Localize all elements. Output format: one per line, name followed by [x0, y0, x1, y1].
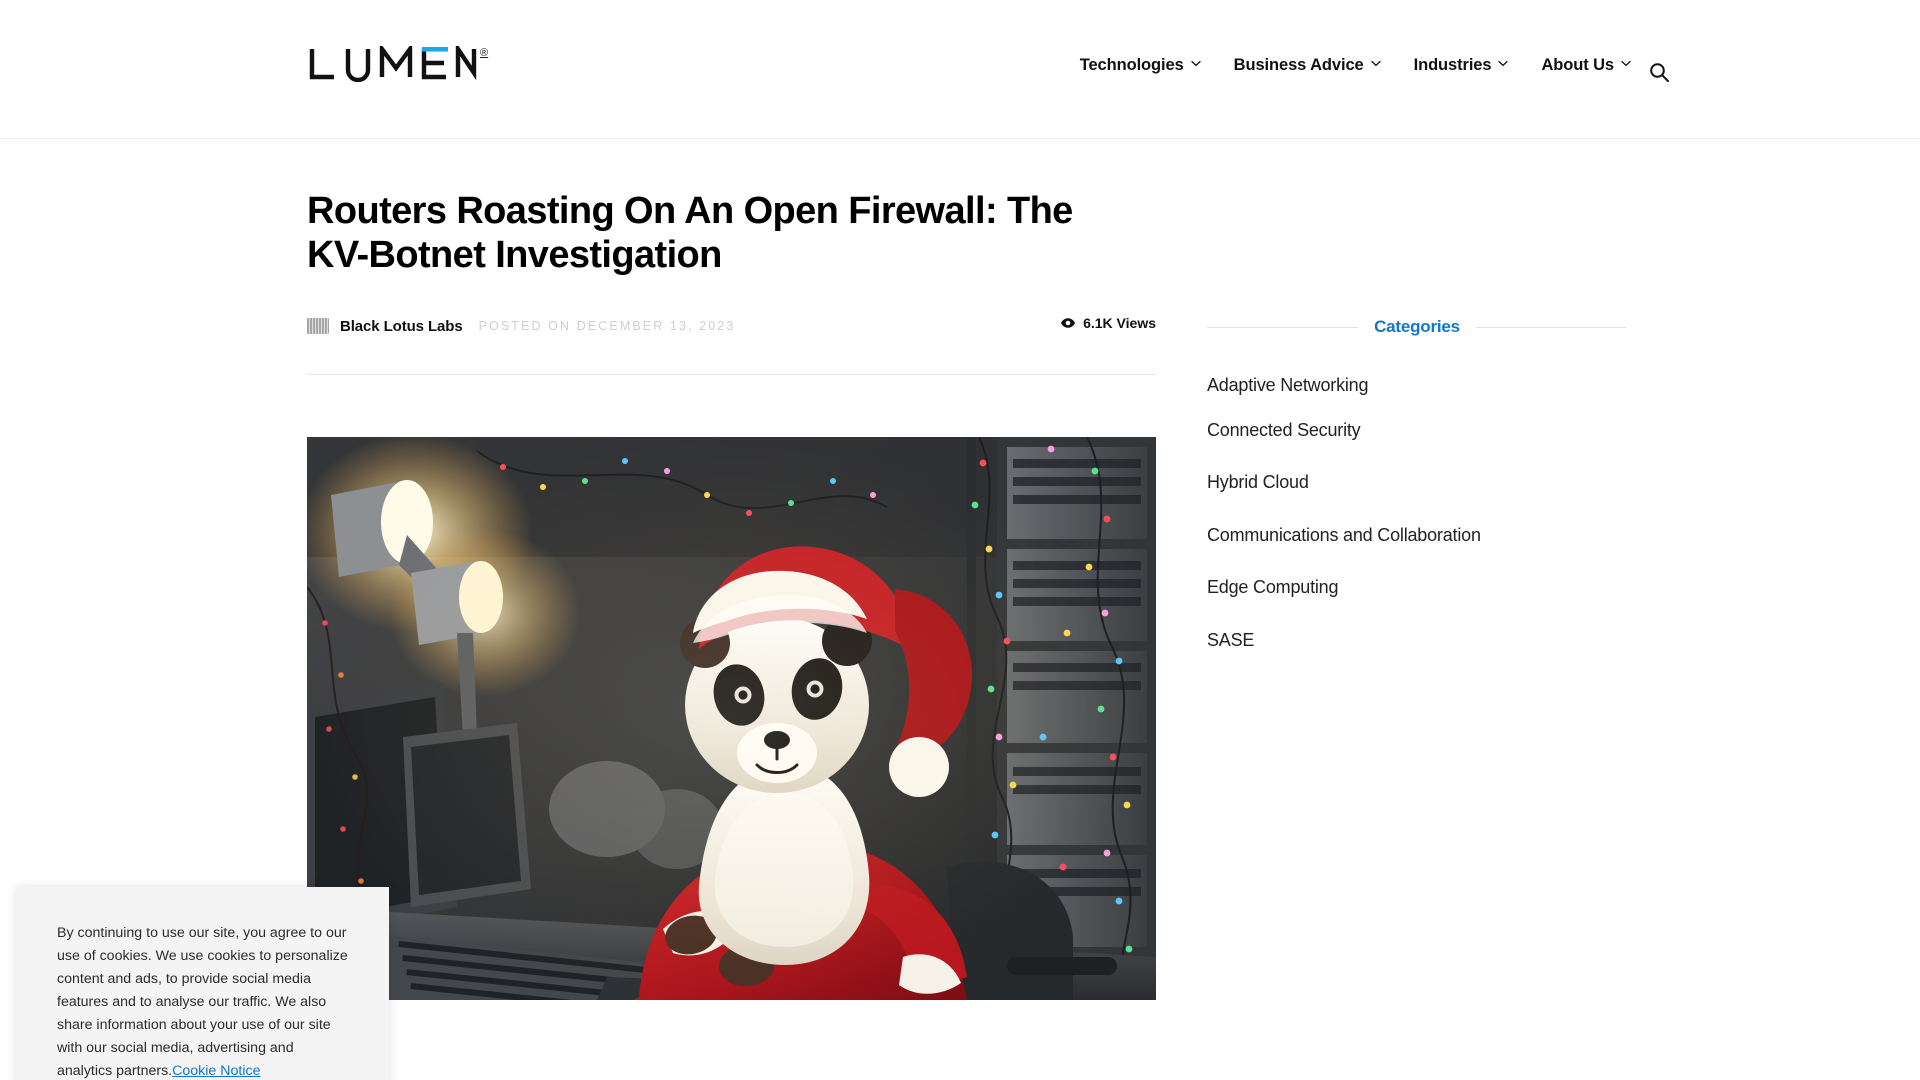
- cookie-banner-text: By continuing to use our site, you agree…: [57, 922, 348, 1080]
- meta-divider: [307, 374, 1156, 376]
- author-name[interactable]: Black Lotus Labs: [340, 318, 463, 335]
- chevron-down-icon: [1191, 60, 1201, 69]
- page-body: Routers Roasting On An Open Firewall: Th…: [0, 139, 1920, 1080]
- categories-heading: Categories: [1207, 317, 1627, 337]
- nav-label: Business Advice: [1233, 56, 1364, 74]
- nav-label: Technologies: [1079, 56, 1184, 74]
- lumen-wordmark-logo-icon: [308, 46, 478, 82]
- cookie-notice-link[interactable]: Cookie Notice: [172, 1063, 260, 1079]
- page-title: Routers Roasting On An Open Firewall: Th…: [307, 190, 1073, 277]
- article-content: Routers Roasting On An Open Firewall: Th…: [307, 139, 1156, 1001]
- posted-date: Posted On December 13, 2023: [478, 319, 736, 334]
- view-count: 6.1K Views: [1060, 315, 1156, 331]
- category-item-communications-and-collaboration[interactable]: Communications and Collaboration: [1207, 525, 1627, 547]
- heading-rule-left: [1207, 326, 1359, 328]
- nav-label: Industries: [1413, 56, 1492, 74]
- category-item-connected-security[interactable]: Connected Security: [1207, 420, 1627, 442]
- category-item-edge-computing[interactable]: Edge Computing: [1207, 577, 1627, 599]
- chevron-down-icon: [1498, 60, 1509, 69]
- category-item-sase[interactable]: SASE: [1207, 630, 1627, 652]
- category-item-adaptive-networking[interactable]: Adaptive Networking: [1207, 375, 1627, 397]
- nav-item-industries[interactable]: Industries: [1413, 56, 1509, 75]
- nav-item-technologies[interactable]: Technologies: [1079, 56, 1201, 75]
- categories-list: Adaptive Networking Connected Security H…: [1207, 375, 1627, 652]
- main-navigation: Technologies Business Advice Industries …: [1079, 56, 1631, 75]
- categories-title: Categories: [1374, 317, 1460, 336]
- category-item-hybrid-cloud[interactable]: Hybrid Cloud: [1207, 472, 1627, 494]
- chevron-down-icon: [1370, 60, 1381, 69]
- lumen-logo[interactable]: ®: [308, 46, 488, 82]
- search-icon[interactable]: [1648, 61, 1670, 83]
- chevron-down-icon: [1621, 60, 1631, 69]
- nav-item-about-us[interactable]: About Us: [1541, 56, 1631, 75]
- nav-label: About Us: [1541, 56, 1614, 74]
- logo-trademark: ®: [480, 47, 489, 59]
- cookie-banner-body: By continuing to use our site, you agree…: [57, 925, 348, 1079]
- article-hero-image: [307, 437, 1156, 1001]
- article-meta: Black Lotus Labs Posted On December 13, …: [307, 315, 1156, 337]
- cookie-consent-banner: By continuing to use our site, you agree…: [16, 887, 389, 1080]
- eye-icon: [1060, 317, 1076, 329]
- author-avatar: [307, 318, 329, 335]
- view-count-label: 6.1K Views: [1083, 315, 1156, 332]
- sidebar: Categories Adaptive Networking Connected…: [1207, 139, 1627, 683]
- nav-item-business-advice[interactable]: Business Advice: [1233, 56, 1381, 75]
- site-header: ® Technologies Business Advice Industrie…: [0, 0, 1920, 139]
- heading-rule-right: [1475, 326, 1627, 328]
